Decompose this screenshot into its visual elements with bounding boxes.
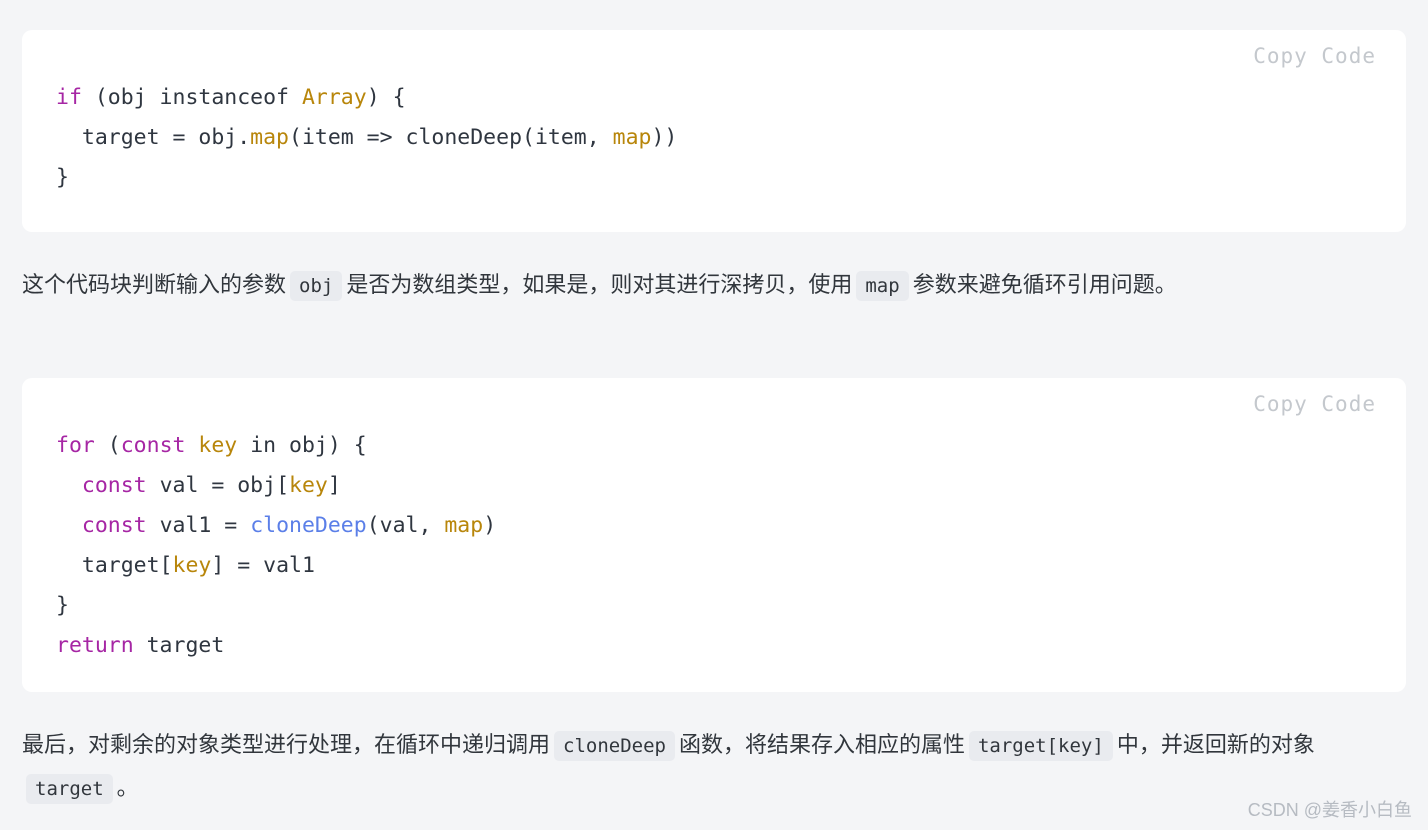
- code-block: Copy Code if (obj instanceof Array) { ta…: [22, 30, 1406, 232]
- paragraph-text: 这个代码块判断输入的参数: [22, 272, 287, 297]
- copy-code-button[interactable]: Copy Code: [1253, 392, 1376, 416]
- code-token: target: [133, 633, 225, 658]
- code-body: for (const key in obj) { const val = obj…: [22, 378, 1406, 666]
- code-token: ) {: [366, 85, 406, 110]
- paragraph-text: 最后，对剩余的对象类型进行处理，在循环中递归调用: [22, 732, 551, 757]
- inline-code-chip: map: [856, 271, 909, 301]
- paragraph-text: 是否为数组类型，如果是，则对其进行深拷贝，使用: [346, 272, 853, 297]
- code-token: }: [56, 593, 69, 618]
- code-token: Array: [301, 85, 367, 110]
- paragraph-text: 参数来避免循环引用问题。: [912, 272, 1177, 297]
- code-line: const val1 = cloneDeep(val, map): [56, 506, 1372, 546]
- inline-code-chip: obj: [290, 271, 343, 301]
- explanation-paragraph: 这个代码块判断输入的参数 obj 是否为数组类型，如果是，则对其进行深拷贝，使用 ma…: [22, 264, 1406, 307]
- code-token: ] = val1: [211, 553, 315, 578]
- code-token: key: [198, 433, 238, 458]
- code-block: Copy Code for (const key in obj) { const…: [22, 378, 1406, 692]
- code-body: if (obj instanceof Array) { target = obj…: [22, 30, 1406, 198]
- code-token: }: [56, 165, 69, 190]
- csdn-watermark: CSDN @姜香小白鱼: [1247, 800, 1412, 820]
- code-token: return: [56, 633, 134, 658]
- paragraph-text: 。: [116, 775, 139, 800]
- code-token: (: [94, 433, 121, 458]
- code-token: target = obj.: [56, 125, 251, 150]
- code-token: for: [56, 433, 95, 458]
- code-token: val = obj[: [146, 473, 290, 498]
- code-token: const: [81, 473, 147, 498]
- code-line: if (obj instanceof Array) {: [56, 78, 1372, 118]
- article-content-page: Copy Code if (obj instanceof Array) { ta…: [0, 0, 1428, 830]
- code-line: target[key] = val1: [56, 546, 1372, 586]
- code-token: map: [250, 125, 290, 150]
- explanation-paragraph: 最后，对剩余的对象类型进行处理，在循环中递归调用 cloneDeep 函数，将结果存…: [22, 724, 1406, 810]
- inline-code-chip: target: [26, 774, 113, 804]
- code-token: if: [56, 85, 82, 110]
- code-token: key: [289, 473, 328, 498]
- inline-code-chip: target[key]: [968, 731, 1113, 761]
- inline-code-chip: cloneDeep: [554, 731, 675, 761]
- code-line: target = obj.map(item => cloneDeep(item,…: [56, 118, 1372, 158]
- code-token: )): [651, 125, 678, 150]
- code-token: target[: [56, 553, 173, 578]
- code-token: (val,: [366, 513, 445, 538]
- code-token: const: [81, 513, 147, 538]
- code-token: ]: [327, 473, 341, 498]
- code-line: }: [56, 586, 1372, 626]
- code-token: map: [444, 513, 484, 538]
- code-line: for (const key in obj) {: [56, 426, 1372, 466]
- code-token: const: [120, 433, 186, 458]
- code-line: const val = obj[key]: [56, 466, 1372, 506]
- code-line: }: [56, 158, 1372, 198]
- paragraph-text: 函数，将结果存入相应的属性: [678, 732, 965, 757]
- code-token: (item => cloneDeep(item,: [289, 125, 613, 150]
- code-line: return target: [56, 626, 1372, 666]
- copy-code-button[interactable]: Copy Code: [1253, 44, 1376, 68]
- code-token: in obj) {: [237, 433, 367, 458]
- code-token: map: [612, 125, 652, 150]
- code-token: cloneDeep: [250, 513, 367, 538]
- code-token: key: [172, 553, 212, 578]
- code-token: val1 =: [146, 513, 251, 538]
- paragraph-text: 中，并返回新的对象: [1116, 732, 1315, 757]
- code-token: ): [483, 513, 497, 538]
- code-token: (obj instanceof: [81, 85, 302, 110]
